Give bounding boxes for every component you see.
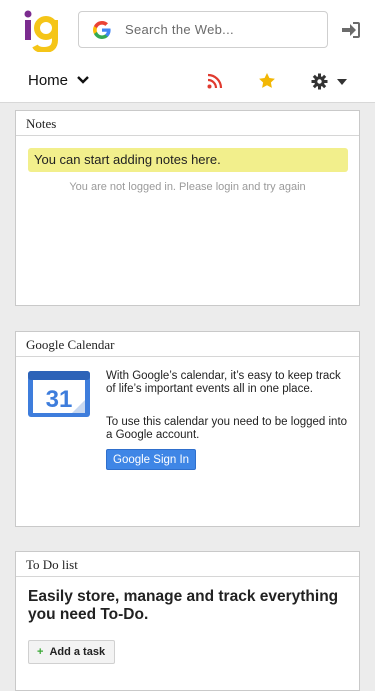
search-input[interactable]: Search the Web... xyxy=(125,22,234,37)
calendar-title: Google Calendar xyxy=(16,332,359,357)
notes-widget: Notes You can start adding notes here. Y… xyxy=(15,110,360,306)
todo-title: To Do list xyxy=(16,552,359,577)
rss-icon[interactable] xyxy=(207,73,223,89)
nav-bar: Home xyxy=(0,62,375,103)
star-icon[interactable] xyxy=(258,72,276,90)
calendar-description: With Google’s calendar, it’s easy to kee… xyxy=(106,370,341,395)
notes-title: Notes xyxy=(16,111,359,136)
chevron-down-icon[interactable] xyxy=(76,74,90,86)
calendar-icon: 31 xyxy=(28,371,90,417)
add-task-label: Add a task xyxy=(49,646,106,658)
google-calendar-widget: Google Calendar 31 With Google’s calenda… xyxy=(15,331,360,527)
google-signin-button[interactable]: Google Sign In xyxy=(106,449,197,470)
todo-widget: To Do list Easily store, manage and trac… xyxy=(15,551,360,691)
notes-login-text: You are not logged in. Please login and … xyxy=(69,181,306,193)
gear-icon[interactable] xyxy=(311,73,328,90)
todo-heading: Easily store, manage and track everythin… xyxy=(28,588,339,623)
home-menu[interactable]: Home xyxy=(28,72,68,89)
ig-logo[interactable] xyxy=(22,8,62,52)
calendar-day: 31 xyxy=(46,386,73,413)
login-icon[interactable] xyxy=(341,21,361,39)
google-g-icon xyxy=(93,21,111,39)
top-bar: Search the Web... xyxy=(0,0,375,62)
caret-down-icon[interactable] xyxy=(337,79,347,85)
plus-icon: + xyxy=(37,646,44,658)
search-box[interactable]: Search the Web... xyxy=(78,11,328,48)
add-task-button[interactable]: + Add a task xyxy=(28,640,116,664)
notes-message: You can start adding notes here. xyxy=(28,148,348,172)
calendar-login-note: To use this calendar you need to be logg… xyxy=(106,416,348,441)
